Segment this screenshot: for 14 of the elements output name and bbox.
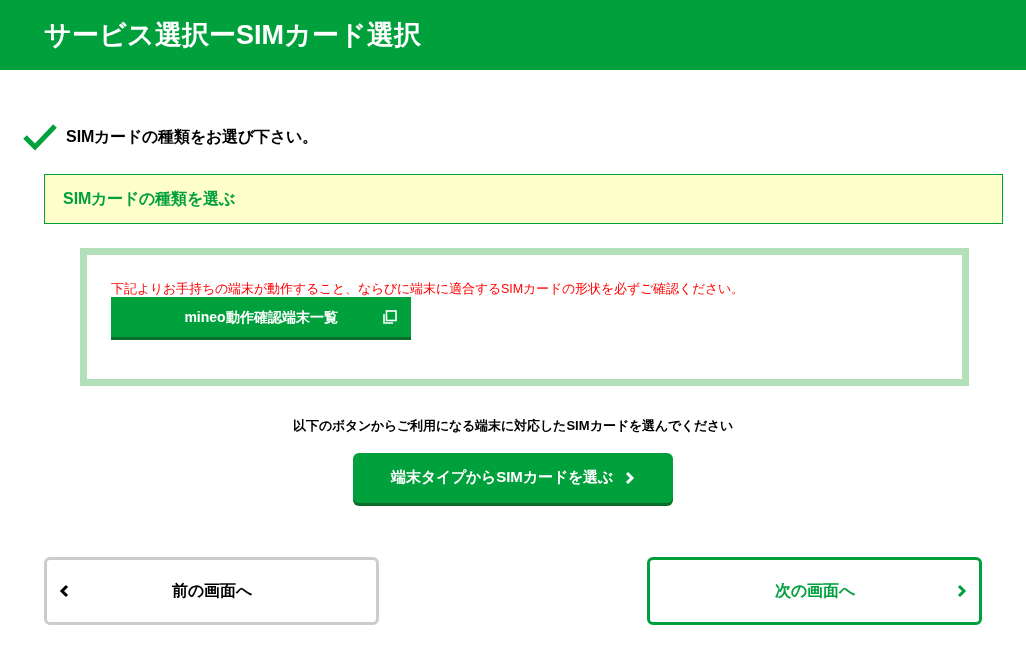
- section-title: SIMカードの種類を選ぶ: [63, 189, 236, 209]
- instruction-text: SIMカードの種類をお選び下さい。: [66, 127, 319, 147]
- chevron-right-icon: [624, 470, 635, 485]
- next-button[interactable]: 次の画面へ: [647, 556, 982, 625]
- back-button[interactable]: 前の画面へ: [44, 556, 379, 625]
- guide-text: 以下のボタンからご利用になる端末に対応したSIMカードを選んでください: [292, 417, 734, 435]
- checkmark-icon: [22, 122, 58, 152]
- new-window-icon: [383, 310, 397, 324]
- select-sim-button[interactable]: 端末タイプからSIMカードを選ぶ: [353, 452, 673, 503]
- chevron-right-icon: [957, 583, 967, 598]
- page-title: サービス選択ーSIMカード選択: [44, 18, 421, 52]
- notice-text: 下記よりお手持ちの端末が動作すること、ならびに端末に適合するSIMカードの形状を必ずご確認ください。: [111, 281, 746, 297]
- device-list-button[interactable]: mineo動作確認端末一覧: [111, 297, 411, 337]
- chevron-left-icon: [59, 583, 69, 598]
